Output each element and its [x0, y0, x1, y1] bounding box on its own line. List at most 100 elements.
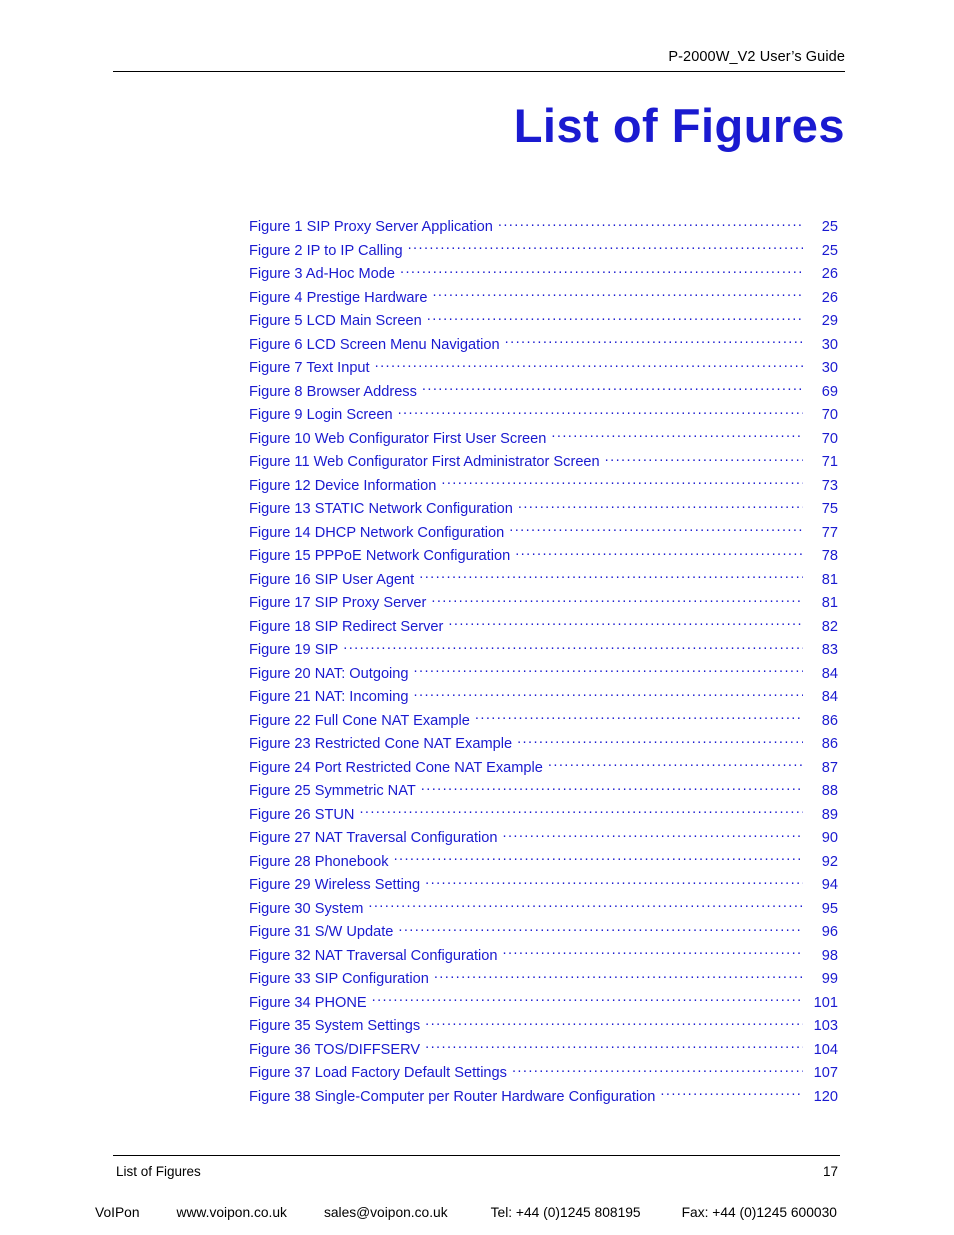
figure-entry[interactable]: Figure 20 NAT: Outgoing 84 — [249, 663, 838, 687]
figure-entry[interactable]: Figure 15 PPPoE Network Configuration 78 — [249, 545, 838, 569]
figure-entry-label: Figure 16 SIP User Agent — [249, 571, 415, 588]
figure-entry[interactable]: Figure 36 TOS/DIFFSERV 104 — [249, 1039, 838, 1063]
dot-leader — [368, 899, 803, 913]
figure-entry[interactable]: Figure 28 Phonebook 92 — [249, 851, 838, 875]
figure-entry[interactable]: Figure 33 SIP Configuration 99 — [249, 968, 838, 992]
dot-leader — [432, 288, 803, 302]
dot-leader — [509, 523, 803, 537]
figure-entry[interactable]: Figure 5 LCD Main Screen 29 — [249, 310, 838, 334]
footer-page-number: 17 — [822, 1164, 838, 1179]
figure-entry[interactable]: Figure 18 SIP Redirect Server 82 — [249, 616, 838, 640]
figure-entry-label: Figure 33 SIP Configuration — [249, 971, 429, 987]
figure-entry[interactable]: Figure 13 STATIC Network Configuration 75 — [249, 498, 838, 522]
figure-entry-label: Figure 20 NAT: Outgoing — [249, 665, 409, 682]
figure-entry[interactable]: Figure 3 Ad-Hoc Mode 26 — [249, 263, 838, 287]
dot-leader — [431, 593, 803, 607]
figure-entry[interactable]: Figure 29 Wireless Setting 94 — [249, 874, 838, 898]
dot-leader — [400, 264, 803, 278]
figure-entry-label: Figure 19 SIP — [249, 642, 339, 658]
figure-entry-label: Figure 8 Browser Address — [249, 383, 417, 400]
figure-entry[interactable]: Figure 38 Single-Computer per Router Har… — [249, 1086, 838, 1110]
figure-entry-page: 81 — [821, 571, 838, 588]
figure-entry-label: Figure 3 Ad-Hoc Mode — [249, 266, 396, 282]
figure-entry[interactable]: Figure 8 Browser Address 69 — [249, 381, 838, 405]
dot-leader — [414, 664, 803, 678]
figure-entry-page: 78 — [821, 548, 838, 564]
figure-entry-page: 73 — [821, 477, 838, 494]
figure-entry[interactable]: Figure 14 DHCP Network Configuration 77 — [249, 522, 838, 546]
figure-entry[interactable]: Figure 34 PHONE 101 — [249, 992, 838, 1016]
dot-leader — [398, 405, 803, 419]
dot-leader — [505, 335, 803, 349]
figure-entry[interactable]: Figure 22 Full Cone NAT Example 86 — [249, 710, 838, 734]
figure-entry-label: Figure 4 Prestige Hardware — [249, 289, 428, 306]
figure-entry[interactable]: Figure 31 S/W Update 96 — [249, 921, 838, 945]
figure-entry[interactable]: Figure 17 SIP Proxy Server 81 — [249, 592, 838, 616]
voipon-telephone: Tel: +44 (0)1245 808195 — [490, 1205, 641, 1220]
figure-entry[interactable]: Figure 9 Login Screen 70 — [249, 404, 838, 428]
figure-entry[interactable]: Figure 6 LCD Screen Menu Navigation 30 — [249, 334, 838, 358]
figure-entry-page: 70 — [821, 430, 838, 447]
dot-leader — [425, 1016, 803, 1030]
figure-entry[interactable]: Figure 32 NAT Traversal Configuration 98 — [249, 945, 838, 969]
figure-entry[interactable]: Figure 27 NAT Traversal Configuration 90 — [249, 827, 838, 851]
figure-entry[interactable]: Figure 2 IP to IP Calling 25 — [249, 240, 838, 264]
dot-leader — [359, 805, 803, 819]
figure-entry[interactable]: Figure 19 SIP 83 — [249, 639, 838, 663]
dot-leader — [660, 1087, 803, 1101]
dot-leader — [475, 711, 803, 725]
figure-entry-label: Figure 25 Symmetric NAT — [249, 783, 416, 799]
dot-leader — [434, 969, 803, 983]
dot-leader — [551, 429, 803, 443]
voipon-website[interactable]: www.voipon.co.uk — [177, 1204, 287, 1222]
figure-entry[interactable]: Figure 7 Text Input 30 — [249, 357, 838, 381]
figure-entry-page: 88 — [821, 783, 838, 799]
figure-entry[interactable]: Figure 23 Restricted Cone NAT Example 86 — [249, 733, 838, 757]
figure-entry-label: Figure 36 TOS/DIFFSERV — [249, 1041, 421, 1058]
voipon-contact-bar: VoIPon www.voipon.co.uk sales@voipon.co.… — [95, 1204, 885, 1222]
list-of-figures: Figure 1 SIP Proxy Server Application25F… — [249, 216, 838, 1109]
figure-entry-page: 83 — [821, 642, 838, 658]
figure-entry[interactable]: Figure 11 Web Configurator First Adminis… — [249, 451, 838, 475]
figure-entry-label: Figure 13 STATIC Network Configuration — [249, 501, 513, 517]
figure-entry-page: 70 — [821, 407, 838, 423]
figure-entry[interactable]: Figure 12 Device Information 73 — [249, 475, 838, 499]
figure-entry-page: 99 — [821, 971, 838, 987]
footer-divider — [113, 1155, 840, 1156]
figure-entry-page: 87 — [821, 759, 838, 776]
figure-entry-page: 75 — [821, 501, 838, 517]
figure-entry-page: 25 — [821, 219, 838, 235]
figure-entry-page: 81 — [821, 595, 838, 611]
figure-entry[interactable]: Figure 30 System 95 — [249, 898, 838, 922]
figure-entry-page: 26 — [821, 289, 838, 306]
figure-entry[interactable]: Figure 4 Prestige Hardware 26 — [249, 287, 838, 311]
figure-entry[interactable]: Figure 35 System Settings 103 — [249, 1015, 838, 1039]
figure-entry-page: 103 — [813, 1018, 838, 1034]
figure-entry-label: Figure 22 Full Cone NAT Example — [249, 712, 470, 729]
figure-entry-label: Figure 27 NAT Traversal Configuration — [249, 830, 498, 846]
figure-entry[interactable]: Figure 25 Symmetric NAT 88 — [249, 780, 838, 804]
figure-entry-page: 94 — [821, 877, 838, 893]
voipon-email[interactable]: sales@voipon.co.uk — [324, 1204, 448, 1222]
figure-entry[interactable]: Figure 37 Load Factory Default Settings 1… — [249, 1062, 838, 1086]
running-header-title: P-2000W_V2 User’s Guide — [668, 49, 845, 65]
figure-entry-page: 30 — [821, 360, 838, 376]
figure-entry[interactable]: Figure 10 Web Configurator First User Sc… — [249, 428, 838, 452]
figure-entry-label: Figure 30 System — [249, 900, 364, 917]
header-divider — [113, 71, 845, 72]
figure-entry-label: Figure 9 Login Screen — [249, 407, 393, 423]
figure-entry-page: 25 — [821, 242, 838, 259]
figure-entry[interactable]: Figure 26 STUN 89 — [249, 804, 838, 828]
figure-entry-page: 84 — [821, 665, 838, 682]
dot-leader — [498, 217, 803, 231]
figure-entry[interactable]: Figure 1 SIP Proxy Server Application 25 — [249, 216, 838, 240]
page-footer: List of Figures 17 — [113, 1155, 840, 1180]
dot-leader — [512, 1063, 803, 1077]
figure-entry-page: 77 — [821, 524, 838, 541]
figure-entry-label: Figure 32 NAT Traversal Configuration — [249, 947, 498, 964]
figure-entry-page: 98 — [821, 947, 838, 964]
figure-entry[interactable]: Figure 21 NAT: Incoming 84 — [249, 686, 838, 710]
figure-entry-page: 71 — [821, 454, 838, 470]
figure-entry[interactable]: Figure 16 SIP User Agent 81 — [249, 569, 838, 593]
figure-entry[interactable]: Figure 24 Port Restricted Cone NAT Examp… — [249, 757, 838, 781]
